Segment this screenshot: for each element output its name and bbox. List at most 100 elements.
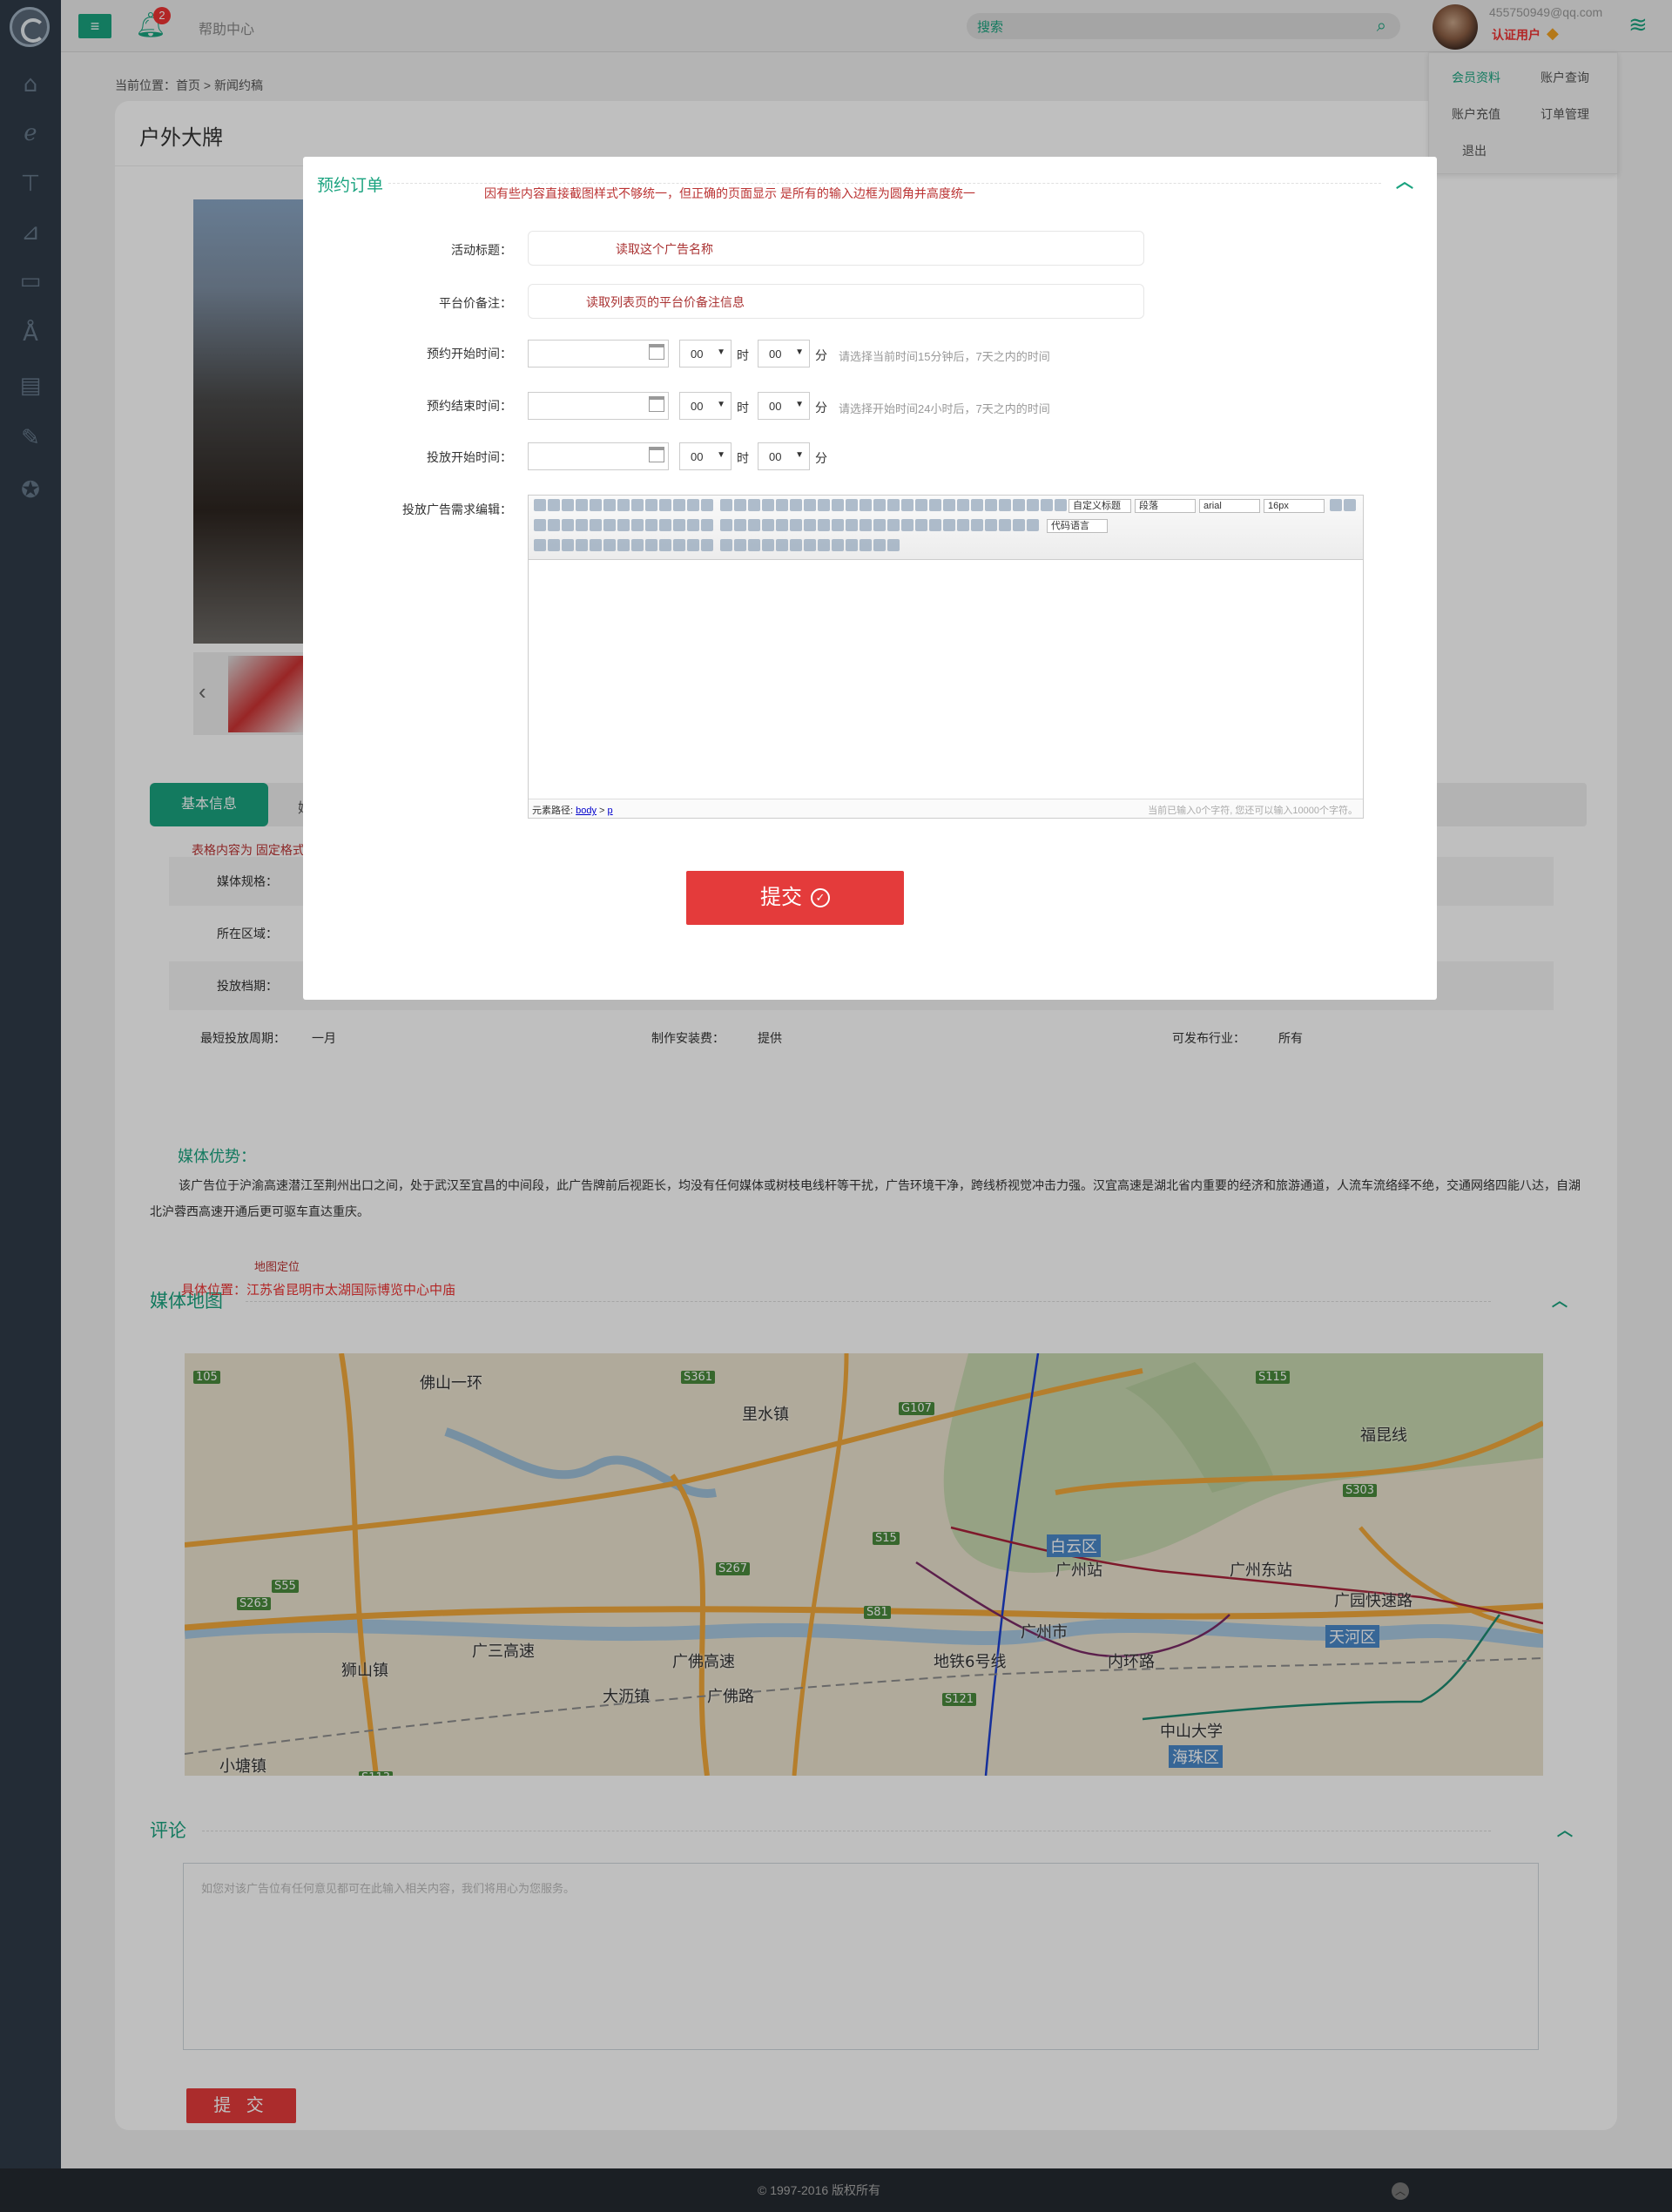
editor-tool-icon[interactable] bbox=[645, 499, 657, 511]
editor-tool-icon[interactable] bbox=[901, 519, 914, 531]
price-note-input[interactable]: 读取列表页的平台价备注信息 bbox=[528, 284, 1144, 319]
editor-tool-icon[interactable] bbox=[548, 499, 560, 511]
editor-tool-icon[interactable] bbox=[659, 539, 671, 551]
editor-tool-icon[interactable] bbox=[887, 499, 900, 511]
editor-tool-icon[interactable] bbox=[929, 499, 941, 511]
editor-tool-icon[interactable] bbox=[548, 519, 560, 531]
editor-tool-icon[interactable] bbox=[687, 539, 699, 551]
editor-tool-icon[interactable] bbox=[943, 499, 955, 511]
editor-tool-icon[interactable] bbox=[790, 499, 802, 511]
editor-tool-icon[interactable] bbox=[776, 519, 788, 531]
editor-tool-icon[interactable] bbox=[631, 539, 644, 551]
end-minute-select[interactable]: 00 ▼ bbox=[758, 392, 810, 420]
editor-tool-icon[interactable] bbox=[748, 539, 760, 551]
end-hour-select[interactable]: 00 ▼ bbox=[679, 392, 732, 420]
editor-tool-icon[interactable] bbox=[1013, 519, 1025, 531]
editor-tool-icon[interactable] bbox=[860, 499, 872, 511]
editor-tool-icon[interactable] bbox=[846, 539, 858, 551]
editor-tool-icon[interactable] bbox=[734, 499, 746, 511]
modal-submit-button[interactable]: 提交 ✓ bbox=[686, 871, 904, 925]
editor-tool-icon[interactable] bbox=[1055, 499, 1067, 511]
end-date-input[interactable] bbox=[528, 392, 669, 420]
path-p-link[interactable]: p bbox=[608, 806, 613, 816]
editor-tool-icon[interactable] bbox=[673, 519, 685, 531]
editor-tool-icon[interactable] bbox=[776, 499, 788, 511]
editor-tool-icon[interactable] bbox=[818, 539, 830, 551]
editor-tool-icon[interactable] bbox=[832, 499, 844, 511]
editor-tool-icon[interactable] bbox=[720, 539, 732, 551]
editor-tool-icon[interactable] bbox=[748, 519, 760, 531]
editor-tool-icon[interactable] bbox=[915, 499, 927, 511]
editor-tool-icon[interactable] bbox=[860, 519, 872, 531]
editor-tool-icon[interactable] bbox=[804, 539, 816, 551]
editor-tool-icon[interactable] bbox=[534, 499, 546, 511]
editor-tool-icon[interactable] bbox=[548, 539, 560, 551]
editor-tool-icon[interactable] bbox=[701, 499, 713, 511]
editor-tool-icon[interactable] bbox=[701, 519, 713, 531]
editor-tool-icon[interactable] bbox=[1330, 499, 1342, 511]
editor-tool-icon[interactable] bbox=[971, 519, 983, 531]
editor-tool-icon[interactable] bbox=[873, 499, 886, 511]
editor-tool-icon[interactable] bbox=[943, 519, 955, 531]
editor-tool-icon[interactable] bbox=[673, 539, 685, 551]
editor-tool-icon[interactable] bbox=[1013, 499, 1025, 511]
calendar-icon[interactable] bbox=[649, 447, 664, 462]
launch-minute-select[interactable]: 00 ▼ bbox=[758, 442, 810, 470]
editor-tool-icon[interactable] bbox=[957, 499, 969, 511]
activity-title-input[interactable]: 读取这个广告名称 bbox=[528, 231, 1144, 266]
editor-tool-icon[interactable] bbox=[590, 539, 602, 551]
editor-tool-icon[interactable] bbox=[631, 519, 644, 531]
editor-tool-icon[interactable] bbox=[901, 499, 914, 511]
editor-tool-icon[interactable] bbox=[985, 519, 997, 531]
rich-text-editor[interactable]: 自定义标题 段落 arial 16px 代码语言 元素路径: body > p … bbox=[528, 495, 1364, 819]
editor-tool-icon[interactable] bbox=[790, 519, 802, 531]
launch-hour-select[interactable]: 00 ▼ bbox=[679, 442, 732, 470]
editor-tool-icon[interactable] bbox=[818, 499, 830, 511]
editor-tool-icon[interactable] bbox=[929, 519, 941, 531]
start-date-input[interactable] bbox=[528, 340, 669, 368]
editor-tool-icon[interactable] bbox=[776, 539, 788, 551]
editor-tool-icon[interactable] bbox=[887, 539, 900, 551]
editor-tool-icon[interactable] bbox=[562, 519, 574, 531]
launch-date-input[interactable] bbox=[528, 442, 669, 470]
editor-tool-icon[interactable] bbox=[887, 519, 900, 531]
editor-tool-icon[interactable] bbox=[576, 519, 588, 531]
paragraph-select[interactable]: 段落 bbox=[1135, 499, 1196, 513]
editor-tool-icon[interactable] bbox=[804, 499, 816, 511]
editor-tool-icon[interactable] bbox=[734, 539, 746, 551]
editor-tool-icon[interactable] bbox=[720, 519, 732, 531]
editor-tool-icon[interactable] bbox=[562, 539, 574, 551]
editor-tool-icon[interactable] bbox=[659, 499, 671, 511]
editor-tool-icon[interactable] bbox=[1027, 499, 1039, 511]
editor-tool-icon[interactable] bbox=[617, 539, 630, 551]
calendar-icon[interactable] bbox=[649, 396, 664, 412]
editor-tool-icon[interactable] bbox=[1027, 519, 1039, 531]
editor-tool-icon[interactable] bbox=[576, 539, 588, 551]
editor-tool-icon[interactable] bbox=[804, 519, 816, 531]
editor-tool-icon[interactable] bbox=[1041, 499, 1053, 511]
editor-tool-icon[interactable] bbox=[818, 519, 830, 531]
editor-tool-icon[interactable] bbox=[603, 519, 616, 531]
editor-tool-icon[interactable] bbox=[734, 519, 746, 531]
editor-tool-icon[interactable] bbox=[832, 539, 844, 551]
editor-tool-icon[interactable] bbox=[999, 519, 1011, 531]
editor-tool-icon[interactable] bbox=[762, 539, 774, 551]
editor-tool-icon[interactable] bbox=[873, 519, 886, 531]
editor-tool-icon[interactable] bbox=[603, 499, 616, 511]
editor-tool-icon[interactable] bbox=[701, 539, 713, 551]
editor-tool-icon[interactable] bbox=[762, 519, 774, 531]
editor-tool-icon[interactable] bbox=[971, 499, 983, 511]
editor-tool-icon[interactable] bbox=[762, 499, 774, 511]
heading-select[interactable]: 自定义标题 bbox=[1069, 499, 1131, 513]
editor-tool-icon[interactable] bbox=[534, 519, 546, 531]
editor-tool-icon[interactable] bbox=[590, 499, 602, 511]
start-hour-select[interactable]: 00 ▼ bbox=[679, 340, 732, 368]
editor-tool-icon[interactable] bbox=[957, 519, 969, 531]
editor-tool-icon[interactable] bbox=[915, 519, 927, 531]
start-minute-select[interactable]: 00 ▼ bbox=[758, 340, 810, 368]
editor-tool-icon[interactable] bbox=[576, 499, 588, 511]
editor-tool-icon[interactable] bbox=[1344, 499, 1356, 511]
editor-tool-icon[interactable] bbox=[617, 519, 630, 531]
editor-tool-icon[interactable] bbox=[562, 499, 574, 511]
editor-tool-icon[interactable] bbox=[832, 519, 844, 531]
